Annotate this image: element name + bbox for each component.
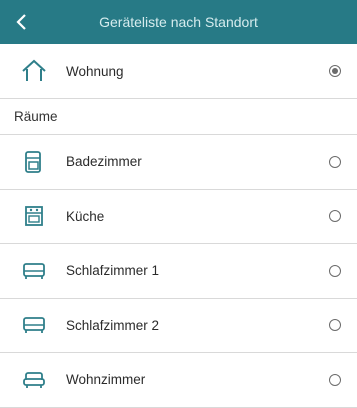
room-radio[interactable] [329,319,341,332]
room-row[interactable]: Küche [0,190,357,244]
kitchen-icon [20,202,48,230]
room-list: Badezimmer Küche Schlafzimmer 1 Schlafzimme… [0,135,357,408]
header-bar: Geräteliste nach Standort [0,0,357,44]
room-row[interactable]: Wohnzimmer [0,353,357,408]
room-label: Schlafzimmer 2 [66,317,160,333]
room-row[interactable]: Schlafzimmer 2 [0,299,357,353]
room-radio[interactable] [329,264,341,277]
room-label: Wohnzimmer [66,372,146,388]
back-button[interactable] [0,0,44,44]
home-label: Wohnung [66,63,124,79]
bathroom-icon [20,148,48,176]
home-row[interactable]: Wohnung [0,44,357,99]
room-row[interactable]: Schlafzimmer 1 [0,244,357,299]
home-radio[interactable] [329,65,341,77]
room-radio[interactable] [329,155,341,168]
chevron-left-icon [16,14,26,30]
room-radio[interactable] [329,373,341,386]
bed-icon [20,257,48,285]
section-header-rooms: Räume [0,99,357,135]
bed-icon [20,311,48,339]
room-radio[interactable] [329,210,341,223]
room-label: Küche [66,208,105,224]
room-row[interactable]: Badezimmer [0,135,357,190]
sofa-icon [20,366,48,394]
room-label: Badezimmer [66,154,142,170]
room-label: Schlafzimmer 1 [66,263,160,279]
page-title: Geräteliste nach Standort [99,14,258,30]
home-icon [20,57,48,85]
